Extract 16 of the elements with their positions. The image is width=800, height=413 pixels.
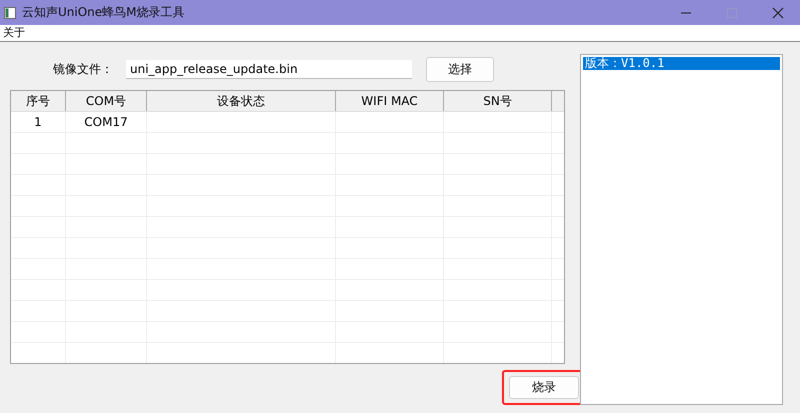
table-cell: COM17 (84, 115, 128, 129)
column-header[interactable]: WIFI MAC (336, 91, 444, 111)
close-icon[interactable] (772, 6, 784, 18)
table-cell: 1 (34, 115, 42, 129)
column-header[interactable]: 设备状态 (147, 91, 336, 111)
image-file-field[interactable]: uni_app_release_update.bin (126, 60, 412, 78)
log-item[interactable]: 版本：V1.0.1 (583, 57, 780, 70)
column-header[interactable]: 序号 (11, 91, 66, 111)
menu-item[interactable]: 关于 (3, 26, 25, 39)
column-header[interactable]: SN号 (444, 91, 552, 111)
column-header[interactable]: COM号 (66, 91, 147, 111)
choose-button[interactable]: 选择 (426, 56, 494, 82)
window-title: 云知声UniOne蜂鸟M烧录工具 (22, 4, 186, 21)
burn-button[interactable]: 烧录 (509, 376, 579, 399)
app-icon (4, 6, 16, 18)
image-file-label: 镜像文件： (53, 60, 114, 78)
